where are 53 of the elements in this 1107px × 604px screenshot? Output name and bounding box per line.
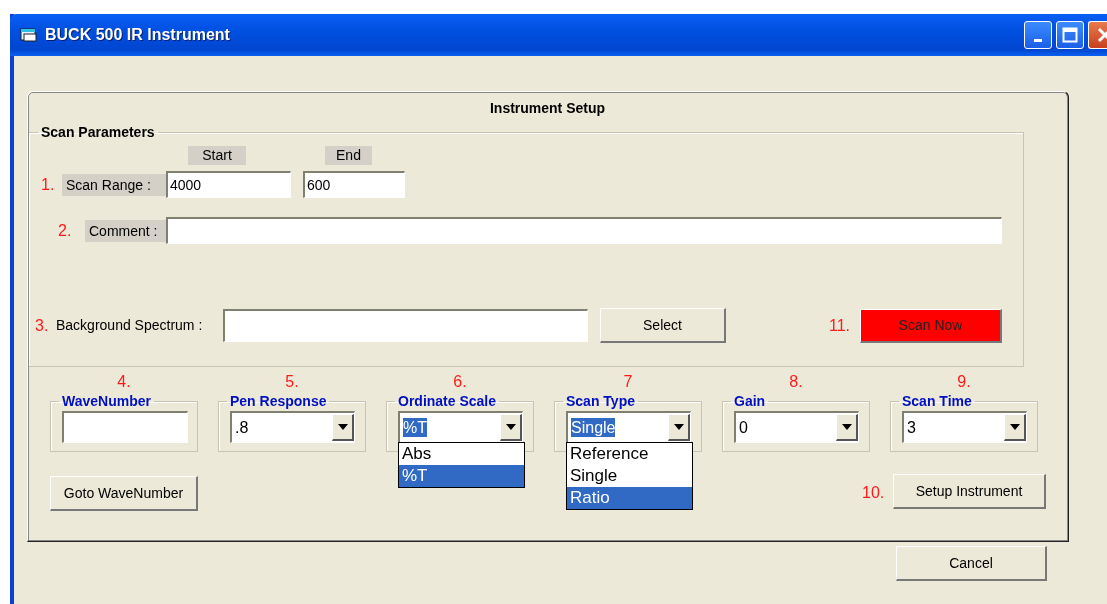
step-number: 5. (284, 372, 300, 392)
caret-icon[interactable] (841, 424, 852, 430)
select-button[interactable]: Select (600, 308, 726, 343)
step-number: 1. (41, 174, 56, 195)
field-label: Background Spectrum : (56, 317, 204, 334)
column-header: End (325, 146, 372, 165)
minimize-button[interactable] (1024, 21, 1052, 49)
group-title: WaveNumber (61, 393, 152, 409)
group-title: Gain (733, 393, 767, 409)
input-field[interactable] (166, 217, 1002, 244)
group-title: Scan Parameters (40, 124, 156, 140)
dropdown-option[interactable]: Reference (567, 443, 692, 465)
dropdown-field[interactable]: .8 (230, 411, 355, 443)
column-header: Start (188, 146, 246, 165)
dropdown-option[interactable]: %T (399, 465, 524, 487)
maximize-icon (1062, 27, 1078, 43)
input-field[interactable]: 600 (303, 171, 405, 198)
step-number: 7 (622, 372, 634, 392)
panel-title: Instrument Setup (488, 99, 607, 118)
caret-icon[interactable] (337, 424, 348, 430)
caret-icon[interactable] (1009, 424, 1020, 430)
dropdown-field[interactable]: 3 (902, 411, 1027, 443)
step-number: 3. (35, 315, 50, 336)
dropdown-option[interactable]: Ratio (567, 487, 692, 509)
dropdown-field[interactable]: 0 (734, 411, 859, 443)
group-title: Ordinate Scale (397, 393, 498, 409)
window-icon (20, 28, 37, 42)
dropdown-option[interactable]: Single (567, 465, 692, 487)
step-number: 2. (58, 220, 73, 241)
minimize-icon (1034, 38, 1042, 42)
goto-wavenumber-button[interactable]: Goto WaveNumber (50, 476, 198, 511)
dropdown-option[interactable]: Abs (399, 443, 524, 465)
group-title: Scan Time (901, 393, 973, 409)
input-field[interactable] (223, 309, 588, 342)
group-title: Scan Type (565, 393, 636, 409)
field-label: Comment : (85, 219, 166, 242)
step-number: 11. (829, 315, 852, 336)
maximize-button[interactable] (1056, 21, 1084, 49)
setup-instrument-button[interactable]: Setup Instrument (893, 474, 1046, 509)
step-number: 10. (862, 482, 886, 503)
input-field[interactable] (62, 411, 188, 443)
scan-now-button[interactable]: Scan Now (860, 308, 1002, 343)
caret-icon[interactable] (505, 424, 516, 430)
input-field[interactable]: 4000 (166, 171, 291, 198)
cancel-button[interactable]: Cancel (896, 546, 1047, 581)
group-title: Pen Response (229, 393, 328, 409)
window-title: BUCK 500 IR Instrument (45, 25, 230, 45)
caret-icon[interactable] (673, 424, 684, 430)
step-number: 4. (116, 372, 132, 392)
step-number: 6. (452, 372, 468, 392)
step-number: 9. (956, 372, 972, 392)
step-number: 8. (788, 372, 804, 392)
field-label: Scan Range : (62, 173, 166, 196)
